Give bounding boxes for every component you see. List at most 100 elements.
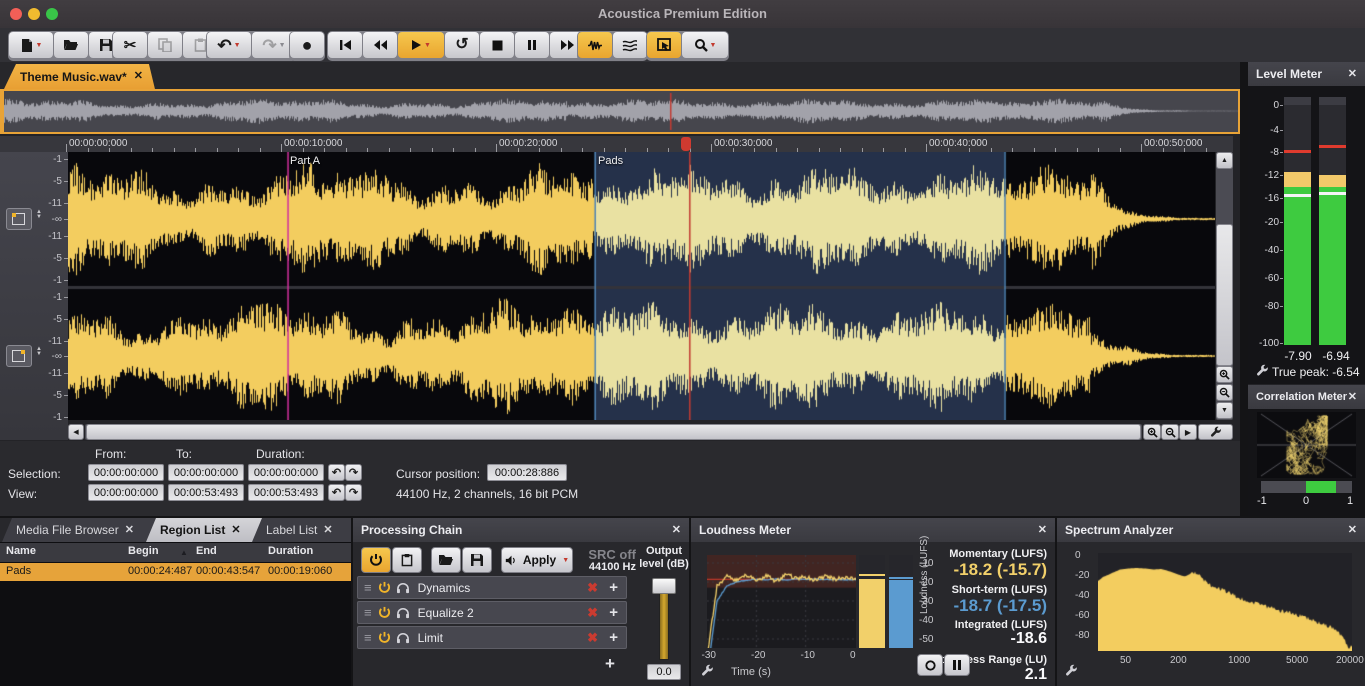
go-to-start-button[interactable] — [328, 32, 362, 58]
level-meter-close-icon[interactable]: ✕ — [1348, 69, 1357, 80]
chain-add-button[interactable]: + — [605, 654, 615, 674]
loudness-meter-close-icon[interactable]: ✕ — [1038, 525, 1047, 536]
column-begin[interactable]: Begin — [128, 545, 159, 557]
loudness-settings-button[interactable] — [701, 664, 714, 682]
cut-button[interactable]: ✂ — [113, 32, 147, 58]
vertical-zoom-in-button[interactable] — [1216, 366, 1233, 383]
loudness-reset-button[interactable] — [917, 654, 943, 676]
view-from-field[interactable]: 00:00:00:000 — [88, 484, 164, 501]
power-icon[interactable] — [378, 631, 391, 644]
region-row-pads[interactable]: Pads 00:00:24:487 00:00:43:547 00:00:19:… — [0, 563, 351, 581]
scroll-up-button[interactable]: ▲ — [1216, 152, 1233, 169]
remove-effect-icon[interactable]: ✖ — [587, 630, 598, 646]
headphones-icon[interactable] — [396, 632, 410, 644]
add-effect-icon[interactable]: + — [609, 579, 618, 596]
selection-from-field[interactable]: 00:00:00:000 — [88, 464, 164, 481]
timeline-ruler[interactable]: 00:00:00:00000:00:10:00000:00:20:00000:0… — [0, 136, 1233, 153]
column-name[interactable]: Name — [6, 545, 36, 557]
channel-1-select-widget[interactable] — [6, 208, 32, 230]
play-button[interactable]: ▼ — [398, 32, 444, 58]
marker-part-a-label[interactable]: Part A — [290, 155, 320, 167]
chain-item-limit[interactable]: ≡Limit✖+ — [357, 626, 627, 649]
region-table-header[interactable]: Name Begin ▲ End Duration — [0, 543, 351, 562]
selection-duration-field[interactable]: 00:00:00:000 — [248, 464, 324, 481]
chain-item-equalize-2[interactable]: ≡Equalize 2✖+ — [357, 601, 627, 624]
playback-cursor-handle[interactable] — [681, 137, 691, 151]
chain-paste-button[interactable] — [392, 547, 422, 573]
drag-handle-icon[interactable]: ≡ — [364, 605, 372, 620]
undo-dropdown-caret[interactable]: ▼ — [234, 42, 241, 49]
chain-save-button[interactable] — [462, 547, 492, 573]
headphones-icon[interactable] — [396, 607, 410, 619]
column-duration[interactable]: Duration — [268, 545, 313, 557]
output-level-value[interactable]: 0.0 — [647, 664, 681, 680]
redo-dropdown-caret[interactable]: ▼ — [279, 42, 286, 49]
scroll-left-button[interactable]: ◀ — [68, 424, 84, 440]
vertical-zoom-out-button[interactable] — [1216, 384, 1233, 401]
processing-chain-close-icon[interactable]: ✕ — [672, 525, 681, 536]
horizontal-zoom-in-button[interactable] — [1143, 424, 1161, 440]
scroll-options-button[interactable]: ▶ — [1179, 424, 1197, 440]
undo-button[interactable]: ↶ ▼ — [207, 32, 251, 58]
zoom-tool-button[interactable]: ▼ — [682, 32, 728, 58]
channel-2-select-widget[interactable] — [6, 345, 32, 367]
waveform-view-button[interactable] — [578, 32, 612, 58]
view-duration-field[interactable]: 00:00:53:493 — [248, 484, 324, 501]
drag-handle-icon[interactable]: ≡ — [364, 630, 372, 645]
channel-1-spinner[interactable]: ▲▼ — [34, 210, 44, 220]
chain-open-button[interactable] — [431, 547, 461, 573]
spectrum-settings-button[interactable] — [1065, 664, 1078, 682]
headphones-icon[interactable] — [396, 582, 410, 594]
play-dropdown-caret[interactable]: ▼ — [424, 42, 431, 49]
chain-item-dynamics[interactable]: ≡Dynamics✖+ — [357, 576, 627, 599]
new-file-dropdown-caret[interactable]: ▼ — [36, 42, 43, 49]
spectrum-view-button[interactable] — [613, 32, 647, 58]
selection-undo-button[interactable]: ↶ — [328, 464, 345, 481]
add-effect-icon[interactable]: + — [609, 604, 618, 621]
power-icon[interactable] — [378, 581, 391, 594]
scroll-down-button[interactable]: ▼ — [1216, 402, 1233, 419]
remove-effect-icon[interactable]: ✖ — [587, 605, 598, 621]
chain-power-button[interactable] — [361, 547, 391, 573]
pause-button[interactable] — [515, 32, 549, 58]
horizontal-scroll-thumb[interactable] — [86, 424, 1141, 440]
main-waveform-canvas[interactable] — [68, 152, 1215, 420]
tab-close-icon[interactable]: ✕ — [125, 525, 134, 536]
tab-close-icon[interactable]: ✕ — [323, 525, 332, 536]
selection-to-field[interactable]: 00:00:00:000 — [168, 464, 244, 481]
copy-button[interactable] — [148, 32, 182, 58]
view-to-field[interactable]: 00:00:53:493 — [168, 484, 244, 501]
power-icon[interactable] — [378, 606, 391, 619]
loop-playback-button[interactable]: ↺ — [445, 32, 479, 58]
correlation-meter-close-icon[interactable]: ✕ — [1348, 392, 1357, 403]
column-end[interactable]: End — [196, 545, 217, 557]
record-button[interactable]: ● — [290, 32, 324, 58]
stop-button[interactable] — [480, 32, 514, 58]
selection-redo-button[interactable]: ↷ — [345, 464, 362, 481]
waveform-settings-button[interactable] — [1198, 424, 1233, 440]
open-file-button[interactable] — [54, 32, 88, 58]
drag-handle-icon[interactable]: ≡ — [364, 580, 372, 595]
spectrum-analyzer-close-icon[interactable]: ✕ — [1348, 525, 1357, 536]
region-pads-label[interactable]: Pads — [598, 155, 623, 167]
selection-tool-button[interactable] — [647, 32, 681, 58]
overview-waveform[interactable] — [0, 89, 1240, 134]
level-meter-settings-button[interactable] — [1256, 364, 1269, 382]
new-file-button[interactable]: ▼ — [9, 32, 53, 58]
rewind-button[interactable] — [363, 32, 397, 58]
overview-waveform-canvas[interactable] — [4, 91, 1238, 132]
zoom-dropdown-caret[interactable]: ▼ — [710, 42, 717, 49]
view-redo-button[interactable]: ↷ — [345, 484, 362, 501]
tab-media-file-browser[interactable]: Media File Browser ✕ — [2, 518, 170, 542]
waveform-editor[interactable]: Part A Pads — [68, 152, 1215, 420]
vertical-scroll-thumb[interactable] — [1216, 224, 1233, 366]
remove-effect-icon[interactable]: ✖ — [587, 580, 598, 596]
loudness-pause-button[interactable] — [944, 654, 970, 676]
document-tab[interactable]: Theme Music.wav* ✕ — [4, 64, 155, 89]
horizontal-zoom-out-button[interactable] — [1161, 424, 1179, 440]
cursor-position-field[interactable]: 00:00:28:886 — [487, 464, 567, 481]
apply-dropdown-caret[interactable]: ▼ — [562, 557, 569, 564]
channel-2-spinner[interactable]: ▲▼ — [34, 347, 44, 357]
add-effect-icon[interactable]: + — [609, 629, 618, 646]
output-level-slider-handle[interactable] — [652, 578, 676, 594]
